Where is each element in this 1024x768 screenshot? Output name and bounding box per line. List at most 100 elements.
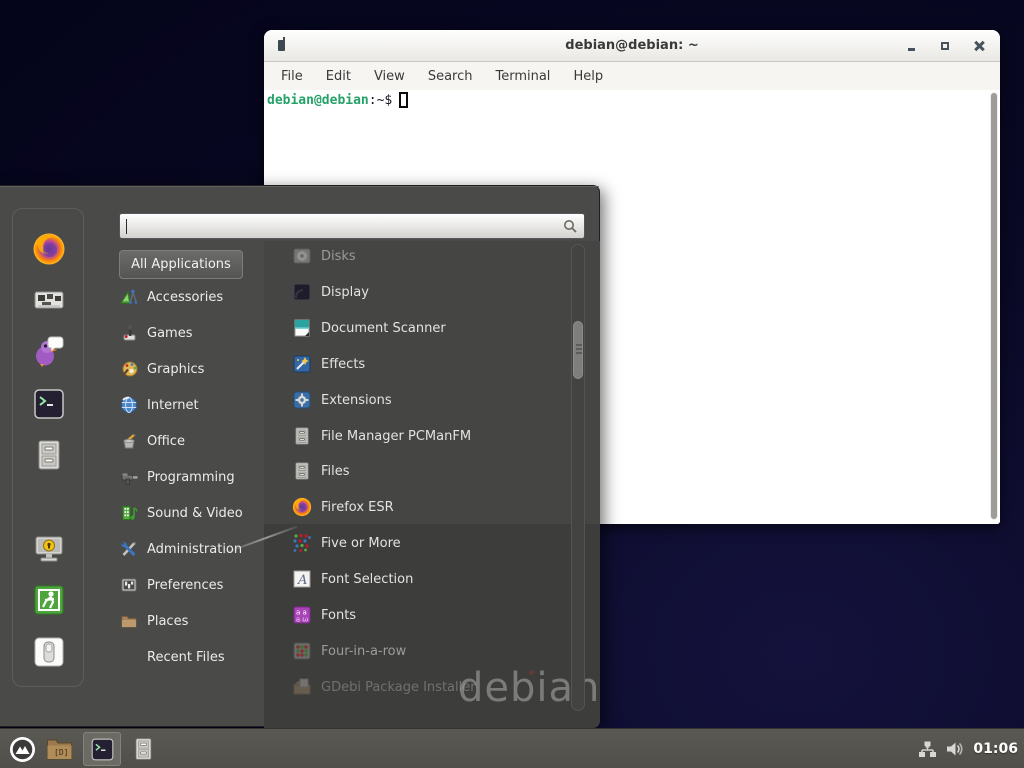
menu-button[interactable] xyxy=(9,736,36,763)
svg-text:a ω: a ω xyxy=(296,616,308,624)
app-files[interactable]: Files xyxy=(264,453,564,489)
volume-icon[interactable] xyxy=(945,739,965,759)
svg-text:A: A xyxy=(297,573,307,588)
terminal-menubar: File Edit View Search Terminal Help xyxy=(264,62,1000,90)
list-scrollbar-thumb[interactable] xyxy=(573,321,583,379)
menu-button-icon xyxy=(9,736,36,763)
network-icon[interactable] xyxy=(918,740,937,759)
menu-edit[interactable]: Edit xyxy=(319,66,358,87)
minimize-button[interactable] xyxy=(904,39,918,53)
preferences-icon xyxy=(120,576,138,594)
prompt-user: debian@debian xyxy=(267,93,369,108)
four-in-a-row-icon xyxy=(292,641,312,661)
window-title: debian@debian: ~ xyxy=(264,38,1000,53)
terminal-task-button[interactable] xyxy=(83,732,121,766)
menu-search[interactable]: Search xyxy=(421,66,480,87)
category-office[interactable]: Office xyxy=(112,423,262,459)
search-input[interactable] xyxy=(119,213,585,239)
shutdown-icon[interactable] xyxy=(32,635,66,669)
folder-icon: [D] xyxy=(46,736,73,762)
extensions-icon xyxy=(292,390,312,410)
document-scanner-icon xyxy=(292,318,312,338)
file-cabinet-icon[interactable] xyxy=(32,438,66,472)
app-document-scanner[interactable]: Document Scanner xyxy=(264,310,564,346)
games-icon xyxy=(120,324,138,342)
effects-icon xyxy=(292,354,312,374)
menu-terminal[interactable]: Terminal xyxy=(488,66,557,87)
app-firefox-esr[interactable]: Firefox ESR xyxy=(264,489,564,525)
fonts-icon: a aa ω xyxy=(292,605,312,625)
file-cabinet-icon xyxy=(131,736,156,762)
category-graphics[interactable]: Graphics xyxy=(112,351,262,387)
keyboard-icon[interactable] xyxy=(32,283,66,317)
watermark-red-dot xyxy=(529,670,534,675)
category-places[interactable]: Places xyxy=(112,603,262,639)
close-button[interactable] xyxy=(972,39,986,53)
app-fonts[interactable]: a aa ω Fonts xyxy=(264,597,564,633)
menu-view[interactable]: View xyxy=(367,66,412,87)
file-manager-launcher[interactable]: [D] xyxy=(46,736,73,762)
terminal-scrollbar-thumb[interactable] xyxy=(991,93,997,519)
office-icon xyxy=(120,432,138,450)
app-extensions[interactable]: Extensions xyxy=(264,382,564,418)
disks-icon xyxy=(292,246,312,266)
terminal-icon xyxy=(90,737,115,762)
application-menu: All Applications Accessories Games Graph… xyxy=(0,185,600,727)
app-font-selection[interactable]: A Font Selection xyxy=(264,561,564,597)
category-internet[interactable]: Internet xyxy=(112,387,262,423)
pidgin-icon[interactable] xyxy=(32,334,66,368)
category-accessories[interactable]: Accessories xyxy=(112,279,262,315)
sound-video-icon xyxy=(120,504,138,522)
font-selection-icon: A xyxy=(292,569,312,589)
firefox-icon xyxy=(292,497,312,517)
all-applications-label: All Applications xyxy=(131,257,231,272)
taskbar: [D] 01:06 xyxy=(0,728,1024,768)
minimize-icon xyxy=(908,48,915,51)
list-scrollbar[interactable] xyxy=(571,244,585,711)
clock[interactable]: 01:06 xyxy=(973,741,1018,757)
terminal-icon[interactable] xyxy=(32,387,66,421)
package-icon xyxy=(292,677,312,697)
lock-screen-icon[interactable] xyxy=(32,532,66,566)
app-display[interactable]: Display xyxy=(264,274,564,310)
terminal-cursor xyxy=(399,92,408,108)
favorites-panel xyxy=(12,208,84,687)
file-cabinet-launcher[interactable] xyxy=(131,736,156,762)
graphics-icon xyxy=(120,360,138,378)
programming-icon xyxy=(120,468,138,486)
svg-text:[D]: [D] xyxy=(54,748,68,757)
category-preferences[interactable]: Preferences xyxy=(112,567,262,603)
category-games[interactable]: Games xyxy=(112,315,262,351)
five-or-more-icon xyxy=(292,533,312,553)
text-caret xyxy=(126,219,127,234)
terminal-scrollbar[interactable] xyxy=(990,92,998,520)
category-administration[interactable]: Administration xyxy=(112,531,262,567)
display-icon xyxy=(292,282,312,302)
app-file-manager-pcmanfm[interactable]: File Manager PCManFM xyxy=(264,418,564,454)
application-list: Disks Display Document Scanner Effects E… xyxy=(264,241,600,728)
category-recent-files[interactable]: Recent Files xyxy=(112,639,262,675)
maximize-button[interactable] xyxy=(938,39,952,53)
app-effects[interactable]: Effects xyxy=(264,346,564,382)
category-sound-video[interactable]: Sound & Video xyxy=(112,495,262,531)
internet-icon xyxy=(120,396,138,414)
accessories-icon xyxy=(120,288,138,306)
terminal-titlebar[interactable]: debian@debian: ~ xyxy=(264,30,1000,62)
category-programming[interactable]: Programming xyxy=(112,459,262,495)
app-disks[interactable]: Disks xyxy=(264,241,564,274)
log-out-icon[interactable] xyxy=(32,583,66,617)
app-five-or-more[interactable]: Five or More xyxy=(264,525,564,561)
menu-help[interactable]: Help xyxy=(566,66,610,87)
all-applications-button[interactable]: All Applications xyxy=(119,250,243,279)
firefox-icon[interactable] xyxy=(32,232,66,266)
close-icon xyxy=(974,41,984,51)
file-cabinet-icon xyxy=(292,426,312,446)
maximize-icon xyxy=(941,42,949,50)
magnifier-icon xyxy=(563,219,578,238)
places-icon xyxy=(120,612,138,630)
menu-file[interactable]: File xyxy=(274,66,310,87)
administration-icon xyxy=(120,540,138,558)
prompt-suffix: :~$ xyxy=(369,93,392,108)
app-four-in-a-row[interactable]: Four-in-a-row xyxy=(264,633,564,669)
terminal-prompt: debian@debian:~$ xyxy=(267,92,408,110)
